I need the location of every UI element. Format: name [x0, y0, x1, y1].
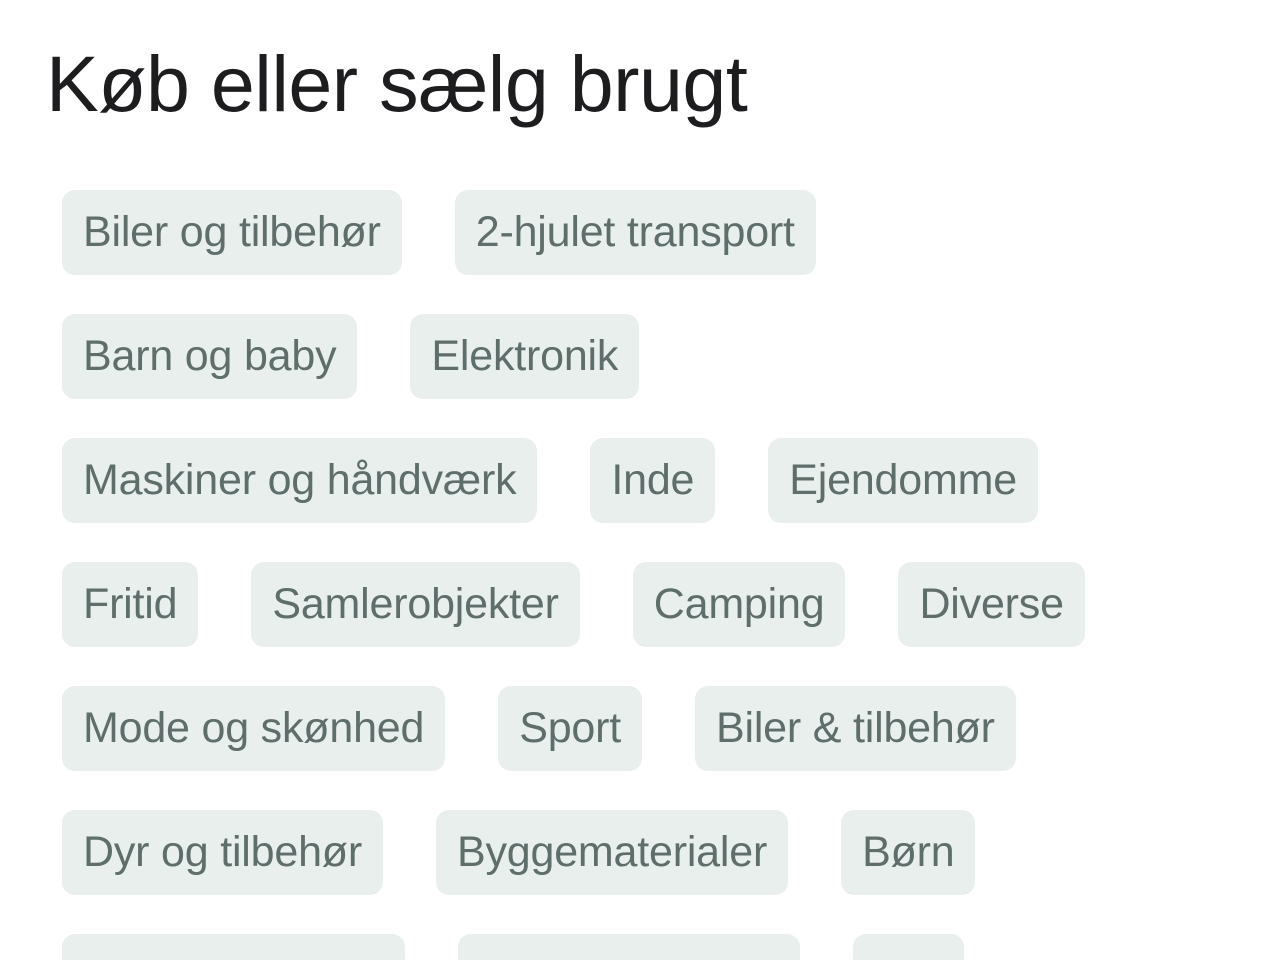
- category-chip-cutoff-3[interactable]: [853, 934, 964, 960]
- page-root: Køb eller sælg brugt Biler og tilbehør 2…: [0, 0, 1280, 960]
- category-chip-fritid[interactable]: Fritid: [62, 562, 199, 647]
- category-chip-byggematerialer[interactable]: Byggematerialer: [435, 810, 789, 895]
- chip-row: Mode og skønhed Sport Biler & tilbehør: [62, 686, 1242, 771]
- category-chip-diverse[interactable]: Diverse: [898, 562, 1085, 647]
- category-chip-inde[interactable]: Inde: [590, 438, 716, 523]
- chip-row: Biler og tilbehør 2-hjulet transport: [62, 190, 1242, 275]
- category-chip-camping[interactable]: Camping: [632, 562, 846, 647]
- page-title: Køb eller sælg brugt: [46, 38, 748, 128]
- category-chip-biler-tilbehor[interactable]: Biler & tilbehør: [695, 686, 1016, 771]
- category-chip-dyr-og-tilbehor[interactable]: Dyr og tilbehør: [62, 810, 383, 895]
- category-chip-barn-og-baby[interactable]: Barn og baby: [62, 314, 358, 399]
- category-chip-2-hjulet-transport[interactable]: 2-hjulet transport: [454, 190, 816, 275]
- chip-row: Dyr og tilbehør Byggematerialer Børn: [62, 810, 1242, 895]
- category-chip-elektronik[interactable]: Elektronik: [410, 314, 640, 399]
- category-chip-cutoff-1[interactable]: [62, 934, 405, 960]
- category-chip-list: Biler og tilbehør 2-hjulet transport Bar…: [62, 190, 1242, 960]
- category-chip-samlerobjekter[interactable]: Samlerobjekter: [251, 562, 580, 647]
- chip-row: Fritid Samlerobjekter Camping Diverse: [62, 562, 1242, 647]
- category-chip-maskiner-og-handvaerk[interactable]: Maskiner og håndværk: [62, 438, 538, 523]
- category-chip-born[interactable]: Børn: [841, 810, 976, 895]
- chip-row: Maskiner og håndværk Inde Ejendomme: [62, 438, 1242, 523]
- category-chip-mode-og-skonhed[interactable]: Mode og skønhed: [62, 686, 446, 771]
- chip-row: Barn og baby Elektronik: [62, 314, 1242, 399]
- category-chip-biler-og-tilbehor[interactable]: Biler og tilbehør: [62, 190, 402, 275]
- chip-row-partial: [62, 934, 1242, 960]
- category-chip-sport[interactable]: Sport: [498, 686, 642, 771]
- category-chip-ejendomme[interactable]: Ejendomme: [768, 438, 1038, 523]
- category-chip-cutoff-2[interactable]: [458, 934, 800, 960]
